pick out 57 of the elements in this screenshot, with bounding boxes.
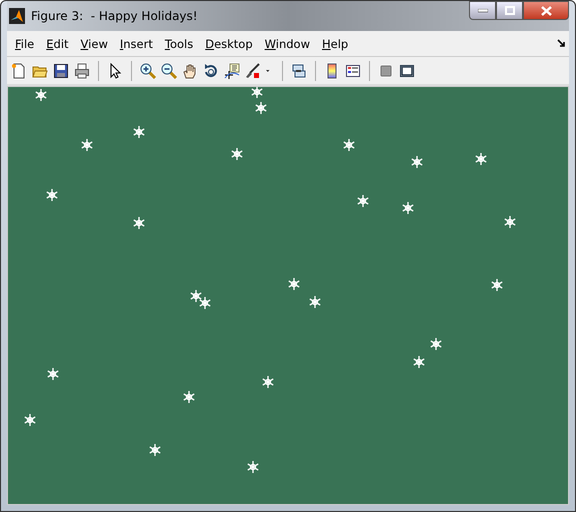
- snowflake-icon: [504, 216, 516, 228]
- snowflake-icon: [475, 153, 487, 165]
- legend-icon[interactable]: [345, 62, 361, 78]
- snowflake-icon: [413, 356, 425, 368]
- snowflake-icon: [81, 139, 93, 151]
- menu-item[interactable]: View: [76, 34, 113, 52]
- hand-icon[interactable]: [182, 62, 198, 78]
- data-cursor-icon[interactable]: [224, 62, 240, 78]
- zoom-in-icon[interactable]: [140, 62, 156, 78]
- snowflake-icon: [255, 102, 267, 114]
- print-icon[interactable]: [74, 62, 90, 78]
- snowflake-icon: [247, 461, 259, 473]
- menu-item[interactable]: Insert: [114, 34, 158, 52]
- show-plot-tools-icon[interactable]: [399, 62, 415, 78]
- snowflake-icon: [491, 279, 503, 291]
- snowflake-icon: [357, 195, 369, 207]
- snowflake-icon: [309, 296, 321, 308]
- window-title: Figure 3: - Happy Holidays!: [31, 9, 198, 23]
- menu-item[interactable]: Desktop: [200, 34, 258, 52]
- rotate-icon[interactable]: [203, 62, 219, 78]
- snowflake-icon: [199, 297, 211, 309]
- snowflake-icon: [343, 139, 355, 151]
- snowflake-icon: [133, 126, 145, 138]
- snowflake-icon: [288, 278, 300, 290]
- hide-plot-tools-icon[interactable]: [378, 62, 394, 78]
- brush-icon[interactable]: [245, 62, 261, 78]
- snowflake-icon: [262, 376, 274, 388]
- dock-arrow-icon[interactable]: [557, 39, 566, 48]
- maximize-icon: [504, 6, 514, 15]
- snowflake-icon: [190, 290, 202, 302]
- zoom-out-icon[interactable]: [161, 62, 177, 78]
- menu-item[interactable]: Help: [317, 34, 354, 52]
- snowflake-icon: [402, 202, 414, 214]
- snowflake-icon: [183, 391, 195, 403]
- link-icon[interactable]: [291, 62, 307, 78]
- menu-item[interactable]: File: [10, 34, 40, 52]
- snowflake-icon: [46, 189, 58, 201]
- save-icon[interactable]: [53, 62, 69, 78]
- snowflake-icon: [133, 217, 145, 229]
- snowflake-icon: [251, 87, 263, 98]
- snowflake-icon: [149, 444, 161, 456]
- snowflake-icon: [35, 89, 47, 101]
- maximize-button[interactable]: [496, 1, 523, 20]
- minimize-icon: [478, 8, 488, 12]
- snowflake-icon: [231, 148, 243, 160]
- snowflake-icon: [24, 414, 36, 426]
- close-icon: [540, 6, 552, 16]
- menu-item[interactable]: Window: [260, 34, 315, 52]
- minimize-button[interactable]: [469, 1, 496, 20]
- menu-item[interactable]: Tools: [160, 34, 198, 52]
- close-button[interactable]: [523, 1, 569, 20]
- menu-item[interactable]: Edit: [41, 34, 74, 52]
- snowflake-icon: [430, 338, 442, 350]
- app-logo-icon: [9, 8, 25, 24]
- new-file-icon[interactable]: [11, 62, 27, 78]
- snowflake-icon: [411, 156, 423, 168]
- snowflake-icon: [47, 368, 59, 380]
